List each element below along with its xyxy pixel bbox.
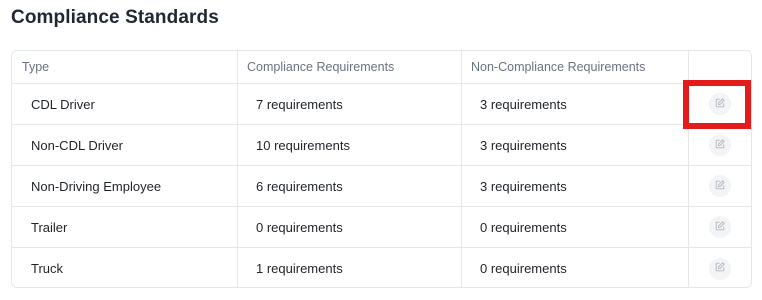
non-compliance-requirements-cell: 3 requirements — [462, 84, 689, 124]
table-header-row: Type Compliance Requirements Non-Complia… — [12, 51, 751, 84]
actions-cell — [689, 166, 751, 206]
non-compliance-requirements-cell: 3 requirements — [462, 166, 689, 206]
type-cell: Non-Driving Employee — [12, 166, 238, 206]
column-header-non-compliance: Non-Compliance Requirements — [462, 51, 689, 83]
edit-button[interactable] — [709, 216, 731, 238]
compliance-requirements-cell: 0 requirements — [238, 207, 462, 247]
compliance-requirements-cell: 6 requirements — [238, 166, 462, 206]
compliance-requirements-cell: 7 requirements — [238, 84, 462, 124]
actions-cell — [689, 125, 751, 165]
actions-cell — [689, 248, 751, 287]
actions-cell — [689, 207, 751, 247]
edit-icon — [714, 179, 726, 194]
type-cell: CDL Driver — [12, 84, 238, 124]
edit-button[interactable] — [709, 175, 731, 197]
column-header-compliance: Compliance Requirements — [238, 51, 462, 83]
edit-icon — [714, 261, 726, 276]
type-cell: Truck — [12, 248, 238, 287]
table-row: Trailer 0 requirements 0 requirements — [12, 207, 751, 248]
edit-icon — [714, 138, 726, 153]
edit-button[interactable] — [709, 134, 731, 156]
highlight-box — [683, 80, 751, 129]
type-cell: Trailer — [12, 207, 238, 247]
compliance-standards-table: Type Compliance Requirements Non-Complia… — [11, 50, 752, 288]
non-compliance-requirements-cell: 3 requirements — [462, 125, 689, 165]
column-header-actions — [689, 51, 751, 83]
type-cell: Non-CDL Driver — [12, 125, 238, 165]
table-row: Truck 1 requirements 0 requirements — [12, 248, 751, 287]
edit-button[interactable] — [709, 257, 731, 280]
table-row: CDL Driver 7 requirements 3 requirements — [12, 84, 751, 125]
compliance-requirements-cell: 10 requirements — [238, 125, 462, 165]
table-row: Non-Driving Employee 6 requirements 3 re… — [12, 166, 751, 207]
page-title: Compliance Standards — [11, 7, 219, 28]
table-row: Non-CDL Driver 10 requirements 3 require… — [12, 125, 751, 166]
edit-icon — [714, 220, 726, 235]
non-compliance-requirements-cell: 0 requirements — [462, 248, 689, 287]
compliance-requirements-cell: 1 requirements — [238, 248, 462, 287]
column-header-type: Type — [12, 51, 238, 83]
non-compliance-requirements-cell: 0 requirements — [462, 207, 689, 247]
